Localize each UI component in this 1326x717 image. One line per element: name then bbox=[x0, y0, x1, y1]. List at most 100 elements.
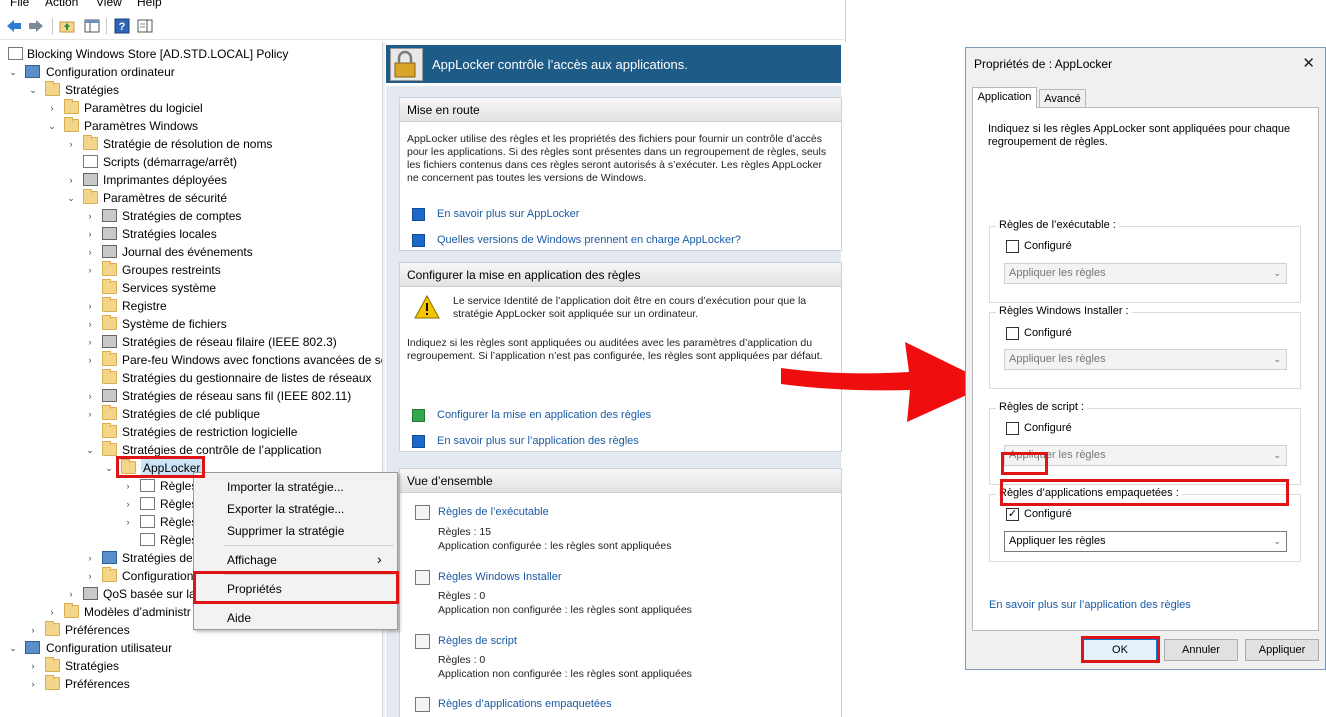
expanded-chevron-icon[interactable]: ⌄ bbox=[104, 459, 114, 477]
rules-shortcut-icon bbox=[415, 505, 430, 520]
expanded-chevron-icon[interactable]: ⌄ bbox=[8, 63, 18, 81]
overview-exe-link[interactable]: Règles de l’exécutable bbox=[438, 506, 549, 518]
learn-applocker-link[interactable]: En savoir plus sur AppLocker bbox=[437, 208, 579, 220]
collapsed-chevron-icon[interactable]: › bbox=[85, 567, 95, 585]
chevron-down-icon: ⌄ bbox=[1273, 450, 1281, 460]
collapsed-chevron-icon[interactable]: › bbox=[123, 477, 133, 495]
collapsed-chevron-icon[interactable]: › bbox=[85, 207, 95, 225]
submenu-arrow-icon: › bbox=[377, 551, 382, 567]
tree-label: Configuration bbox=[122, 569, 194, 583]
menu-item-delete[interactable]: Supprimer la stratégie bbox=[227, 524, 344, 538]
menu-help[interactable]: Help bbox=[137, 0, 162, 9]
tree-label: Stratégies de bbox=[122, 551, 193, 565]
overview-script-link[interactable]: Règles de script bbox=[438, 635, 517, 647]
details-content: Mise en route AppLocker utilise des règl… bbox=[386, 86, 842, 717]
rules-icon bbox=[140, 479, 155, 492]
folder-icon bbox=[64, 117, 79, 132]
back-icon[interactable] bbox=[5, 17, 23, 35]
enforcement-select[interactable]: Appliquer les règles ⌄ bbox=[1004, 531, 1287, 552]
collapsed-chevron-icon[interactable]: › bbox=[85, 261, 95, 279]
collapsed-chevron-icon[interactable]: › bbox=[66, 585, 76, 603]
tree-label: Règles bbox=[160, 479, 198, 493]
collapsed-chevron-icon[interactable]: › bbox=[28, 657, 38, 675]
menu-view[interactable]: View bbox=[96, 0, 122, 9]
group-windows-installer: Règles Windows Installer : Configuré App… bbox=[989, 305, 1301, 389]
show-hide-tree-icon[interactable] bbox=[83, 17, 101, 35]
menu-file[interactable]: File bbox=[10, 0, 29, 9]
menu-item-import[interactable]: Importer la stratégie... bbox=[227, 480, 344, 494]
tree-label: Préférences bbox=[65, 677, 130, 691]
collapsed-chevron-icon[interactable]: › bbox=[85, 351, 95, 369]
close-icon[interactable]: ✕ bbox=[1302, 54, 1315, 72]
collapsed-chevron-icon[interactable]: › bbox=[123, 495, 133, 513]
forward-icon[interactable] bbox=[27, 17, 45, 35]
tree-label: Scripts (démarrage/arrêt) bbox=[103, 155, 238, 169]
details-title: AppLocker contrôle l’accès aux applicati… bbox=[432, 57, 688, 72]
enforcement-select[interactable]: Appliquer les règles ⌄ bbox=[1004, 263, 1287, 284]
collapsed-chevron-icon[interactable]: › bbox=[85, 225, 95, 243]
menu-item-export[interactable]: Exporter la stratégie... bbox=[227, 502, 344, 516]
overview-exe-status: Application configurée : les règles sont… bbox=[438, 540, 672, 552]
dialog-intro: Indiquez si les règles AppLocker sont ap… bbox=[988, 123, 1291, 148]
chevron-down-icon: ⌄ bbox=[1273, 354, 1281, 364]
windows-versions-link[interactable]: Quelles versions de Windows prennent en … bbox=[437, 234, 741, 246]
configured-checkbox-checked[interactable]: ✓ bbox=[1006, 508, 1019, 521]
collapsed-chevron-icon[interactable]: › bbox=[85, 549, 95, 567]
collapsed-chevron-icon[interactable]: › bbox=[85, 387, 95, 405]
user-icon bbox=[25, 641, 40, 654]
tree-label: Configuration ordinateur bbox=[46, 65, 175, 79]
collapsed-chevron-icon[interactable]: › bbox=[85, 333, 95, 351]
show-action-pane-icon[interactable] bbox=[136, 17, 154, 35]
group-executable: Règles de l’exécutable : Configuré Appli… bbox=[989, 219, 1301, 303]
overview-script-status: Application non configurée : les règles … bbox=[438, 668, 692, 680]
expanded-chevron-icon[interactable]: ⌄ bbox=[66, 189, 76, 207]
tree-label: Stratégies de réseau sans fil (IEEE 802.… bbox=[122, 389, 352, 403]
expanded-chevron-icon[interactable]: ⌄ bbox=[28, 81, 38, 99]
overview-script-count: Règles : 0 bbox=[438, 654, 486, 666]
expanded-chevron-icon[interactable]: ⌄ bbox=[47, 117, 57, 135]
collapsed-chevron-icon[interactable]: › bbox=[85, 297, 95, 315]
enforcement-section: Configurer la mise en application des rè… bbox=[399, 262, 842, 452]
folder-icon bbox=[102, 567, 117, 582]
collapsed-chevron-icon[interactable]: › bbox=[28, 675, 38, 693]
overview-msi-link[interactable]: Règles Windows Installer bbox=[438, 571, 562, 583]
folder-icon bbox=[64, 99, 79, 114]
toolbar: ? bbox=[0, 12, 846, 40]
highlight-ok-button bbox=[1081, 636, 1160, 663]
overview-appx-link[interactable]: Règles d’applications empaquetées bbox=[438, 698, 612, 710]
cancel-button[interactable]: Annuler bbox=[1164, 639, 1238, 661]
folder-icon bbox=[102, 261, 117, 276]
collapsed-chevron-icon[interactable]: › bbox=[85, 405, 95, 423]
rules-shortcut-icon bbox=[415, 697, 430, 712]
highlight-enforcement-select bbox=[1000, 479, 1289, 506]
up-folder-icon[interactable] bbox=[58, 17, 76, 35]
configure-enforcement-link[interactable]: Configurer la mise en application des rè… bbox=[437, 409, 651, 421]
collapsed-chevron-icon[interactable]: › bbox=[66, 135, 76, 153]
configured-checkbox[interactable] bbox=[1006, 327, 1019, 340]
collapsed-chevron-icon[interactable]: › bbox=[85, 243, 95, 261]
menu-item-view[interactable]: Affichage bbox=[227, 553, 277, 567]
help-icon[interactable]: ? bbox=[113, 17, 131, 35]
collapsed-chevron-icon[interactable]: › bbox=[85, 315, 95, 333]
expanded-chevron-icon[interactable]: ⌄ bbox=[8, 639, 18, 657]
collapsed-chevron-icon[interactable]: › bbox=[66, 171, 76, 189]
folder-icon bbox=[102, 441, 117, 456]
learn-enforcement-dialog-link[interactable]: En savoir plus sur l’application des règ… bbox=[989, 599, 1191, 611]
configured-checkbox[interactable] bbox=[1006, 240, 1019, 253]
apply-button[interactable]: Appliquer bbox=[1245, 639, 1319, 661]
collapsed-chevron-icon[interactable]: › bbox=[28, 621, 38, 639]
application-tab-panel: Indiquez si les règles AppLocker sont ap… bbox=[972, 107, 1319, 631]
script-icon bbox=[83, 155, 98, 168]
learn-enforcement-link[interactable]: En savoir plus sur l’application des règ… bbox=[437, 435, 639, 447]
expanded-chevron-icon[interactable]: ⌄ bbox=[85, 441, 95, 459]
tab-application[interactable]: Application bbox=[972, 87, 1037, 108]
configured-checkbox[interactable] bbox=[1006, 422, 1019, 435]
menu-action[interactable]: Action bbox=[45, 0, 78, 9]
collapsed-chevron-icon[interactable]: › bbox=[47, 603, 57, 621]
collapsed-chevron-icon[interactable]: › bbox=[123, 513, 133, 531]
collapsed-chevron-icon[interactable]: › bbox=[47, 99, 57, 117]
enforcement-select[interactable]: Appliquer les règles ⌄ bbox=[1004, 349, 1287, 370]
select-value: Appliquer les règles bbox=[1009, 535, 1106, 547]
menu-item-help[interactable]: Aide bbox=[227, 611, 251, 625]
tab-advanced[interactable]: Avancé bbox=[1039, 89, 1086, 109]
